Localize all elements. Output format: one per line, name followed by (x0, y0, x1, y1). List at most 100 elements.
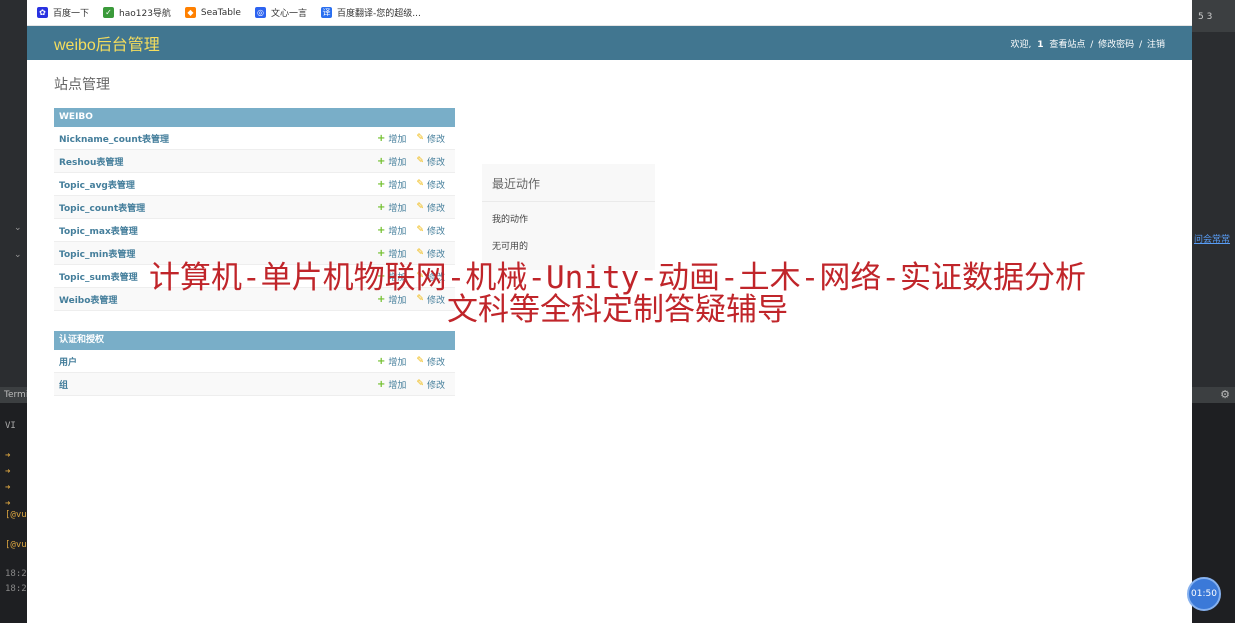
model-row: Topic_min表管理 + 增加 ✎ 修改 (54, 242, 455, 265)
add-link[interactable]: + 增加 (377, 178, 406, 191)
terminal-line: 18:2 (5, 569, 27, 579)
model-list: Nickname_count表管理 + 增加 ✎ 修改 Reshou表管理 + 增加 … (54, 127, 455, 311)
main-content: 站点管理 WEIBO Nickname_count表管理 + 增加 ✎ 修改 Res… (27, 60, 1192, 430)
gear-icon[interactable]: ⚙ (1220, 388, 1230, 401)
pencil-icon: ✎ (416, 225, 424, 235)
model-link[interactable]: Topic_max表管理 (54, 224, 377, 237)
bookmark-item[interactable]: ◆ SeaTable (184, 7, 241, 18)
terminal-arrow: ➜ (5, 451, 11, 461)
change-link[interactable]: ✎ 修改 (416, 201, 445, 214)
username: 1 (1037, 39, 1044, 50)
plus-icon: + (377, 224, 386, 236)
plus-icon: + (377, 355, 386, 367)
model-row: Topic_avg表管理 + 增加 ✎ 修改 (54, 173, 455, 196)
plus-icon: + (377, 178, 386, 190)
pencil-icon: ✎ (416, 356, 424, 366)
plus-icon: + (377, 293, 386, 305)
bookmark-label: 百度一下 (53, 9, 90, 19)
model-row: Reshou表管理 + 增加 ✎ 修改 (54, 150, 455, 173)
add-link[interactable]: + 增加 (377, 132, 406, 145)
change-password-link[interactable]: 修改密码 (1098, 40, 1134, 50)
change-link[interactable]: ✎ 修改 (416, 355, 445, 368)
admin-header: weibo后台管理 欢迎, 1 查看站点 / 修改密码 / 注销 (27, 26, 1192, 60)
add-link[interactable]: + 增加 (377, 201, 406, 214)
plus-icon: + (377, 247, 386, 259)
pencil-icon: ✎ (416, 248, 424, 258)
add-link[interactable]: + 增加 (377, 270, 406, 283)
bookmark-item[interactable]: ✿ 百度一下 (37, 6, 89, 19)
chevron-down-icon[interactable]: ⌄ (14, 250, 22, 260)
terminal-tab[interactable]: Termi (0, 387, 27, 403)
model-link[interactable]: Topic_count表管理 (54, 201, 377, 214)
model-row: Weibo表管理 + 增加 ✎ 修改 (54, 288, 455, 311)
model-link[interactable]: Weibo表管理 (54, 293, 377, 306)
plus-icon: + (377, 270, 386, 282)
site-brand[interactable]: weibo后台管理 (54, 31, 160, 55)
add-link[interactable]: + 增加 (377, 224, 406, 237)
change-link[interactable]: ✎ 修改 (416, 178, 445, 191)
terminal-line: VI (5, 421, 16, 431)
module-caption[interactable]: 认证和授权 (54, 331, 455, 350)
pencil-icon: ✎ (416, 156, 424, 166)
change-link[interactable]: ✎ 修改 (416, 270, 445, 283)
change-link[interactable]: ✎ 修改 (416, 155, 445, 168)
browser-window: ✿ 百度一下 ✓ hao123导航 ◆ SeaTable ◎ 文心一言 译 百度… (27, 0, 1192, 623)
recording-timer[interactable]: 01:50 (1187, 577, 1221, 611)
model-row: Nickname_count表管理 + 增加 ✎ 修改 (54, 127, 455, 150)
ide-term-bar: ⚙ (1192, 387, 1235, 403)
bookmark-label: 文心一言 (270, 9, 307, 19)
model-row: Topic_max表管理 + 增加 ✎ 修改 (54, 219, 455, 242)
baidu-paw-icon: ✿ (37, 7, 48, 18)
add-link[interactable]: + 增加 (377, 355, 406, 368)
pencil-icon: ✎ (416, 379, 424, 389)
terminal-area: VI ➜ ➜ ➜ ➜ [@vu [@vu 18:2 18:2 (0, 403, 27, 623)
ide-link[interactable]: 问会常常 (1194, 232, 1230, 245)
pencil-icon: ✎ (416, 294, 424, 304)
plus-icon: + (377, 132, 386, 144)
model-link[interactable]: Topic_min表管理 (54, 247, 377, 260)
change-link[interactable]: ✎ 修改 (416, 247, 445, 260)
model-row: Topic_count表管理 + 增加 ✎ 修改 (54, 196, 455, 219)
model-link[interactable]: Reshou表管理 (54, 155, 377, 168)
chevron-down-icon[interactable]: ⌄ (14, 223, 22, 233)
recent-actions-subtitle: 我的动作 (492, 215, 529, 225)
model-link[interactable]: 用户 (54, 355, 377, 368)
model-row: 组 + 增加 ✎ 修改 (54, 373, 455, 396)
add-link[interactable]: + 增加 (377, 247, 406, 260)
recent-actions-empty: 无可用的 (492, 242, 529, 252)
terminal-line: 18:2 (5, 584, 27, 594)
translate-icon: 译 (320, 7, 332, 18)
model-row: 用户 + 增加 ✎ 修改 (54, 350, 455, 373)
add-link[interactable]: + 增加 (377, 155, 406, 168)
model-link[interactable]: Topic_sum表管理 (54, 270, 377, 283)
change-link[interactable]: ✎ 修改 (416, 378, 445, 391)
change-link[interactable]: ✎ 修改 (416, 132, 445, 145)
bookmark-label: hao123导航 (119, 9, 171, 19)
module-caption[interactable]: WEIBO (54, 108, 455, 127)
add-link[interactable]: + 增加 (377, 378, 406, 391)
bookmark-item[interactable]: ◎ 文心一言 (254, 6, 307, 19)
model-link[interactable]: 组 (54, 378, 377, 391)
hao123-icon: ✓ (103, 7, 115, 18)
pencil-icon: ✎ (416, 179, 424, 189)
model-link[interactable]: Topic_avg表管理 (54, 178, 377, 191)
bookmark-item[interactable]: 译 百度翻译-您的超级... (320, 6, 421, 19)
terminal-line: [@vu (5, 510, 27, 520)
plus-icon: + (377, 378, 386, 390)
logout-link[interactable]: 注销 (1147, 40, 1165, 50)
view-site-link[interactable]: 查看站点 (1049, 40, 1085, 50)
bookmark-label: SeaTable (200, 7, 241, 18)
separator: / (1139, 39, 1143, 50)
add-link[interactable]: + 增加 (377, 293, 406, 306)
recent-actions-title: 最近动作 (482, 164, 655, 202)
terminal-arrow: ➜ (5, 483, 11, 493)
welcome-text: 欢迎, (1010, 39, 1032, 50)
plus-icon: + (377, 201, 386, 213)
change-link[interactable]: ✎ 修改 (416, 224, 445, 237)
change-link[interactable]: ✎ 修改 (416, 293, 445, 306)
model-link[interactable]: Nickname_count表管理 (54, 132, 377, 145)
pencil-icon: ✎ (416, 202, 424, 212)
terminal-line: [@vu (5, 540, 27, 550)
plus-icon: + (377, 155, 386, 167)
bookmark-item[interactable]: ✓ hao123导航 (103, 6, 171, 19)
